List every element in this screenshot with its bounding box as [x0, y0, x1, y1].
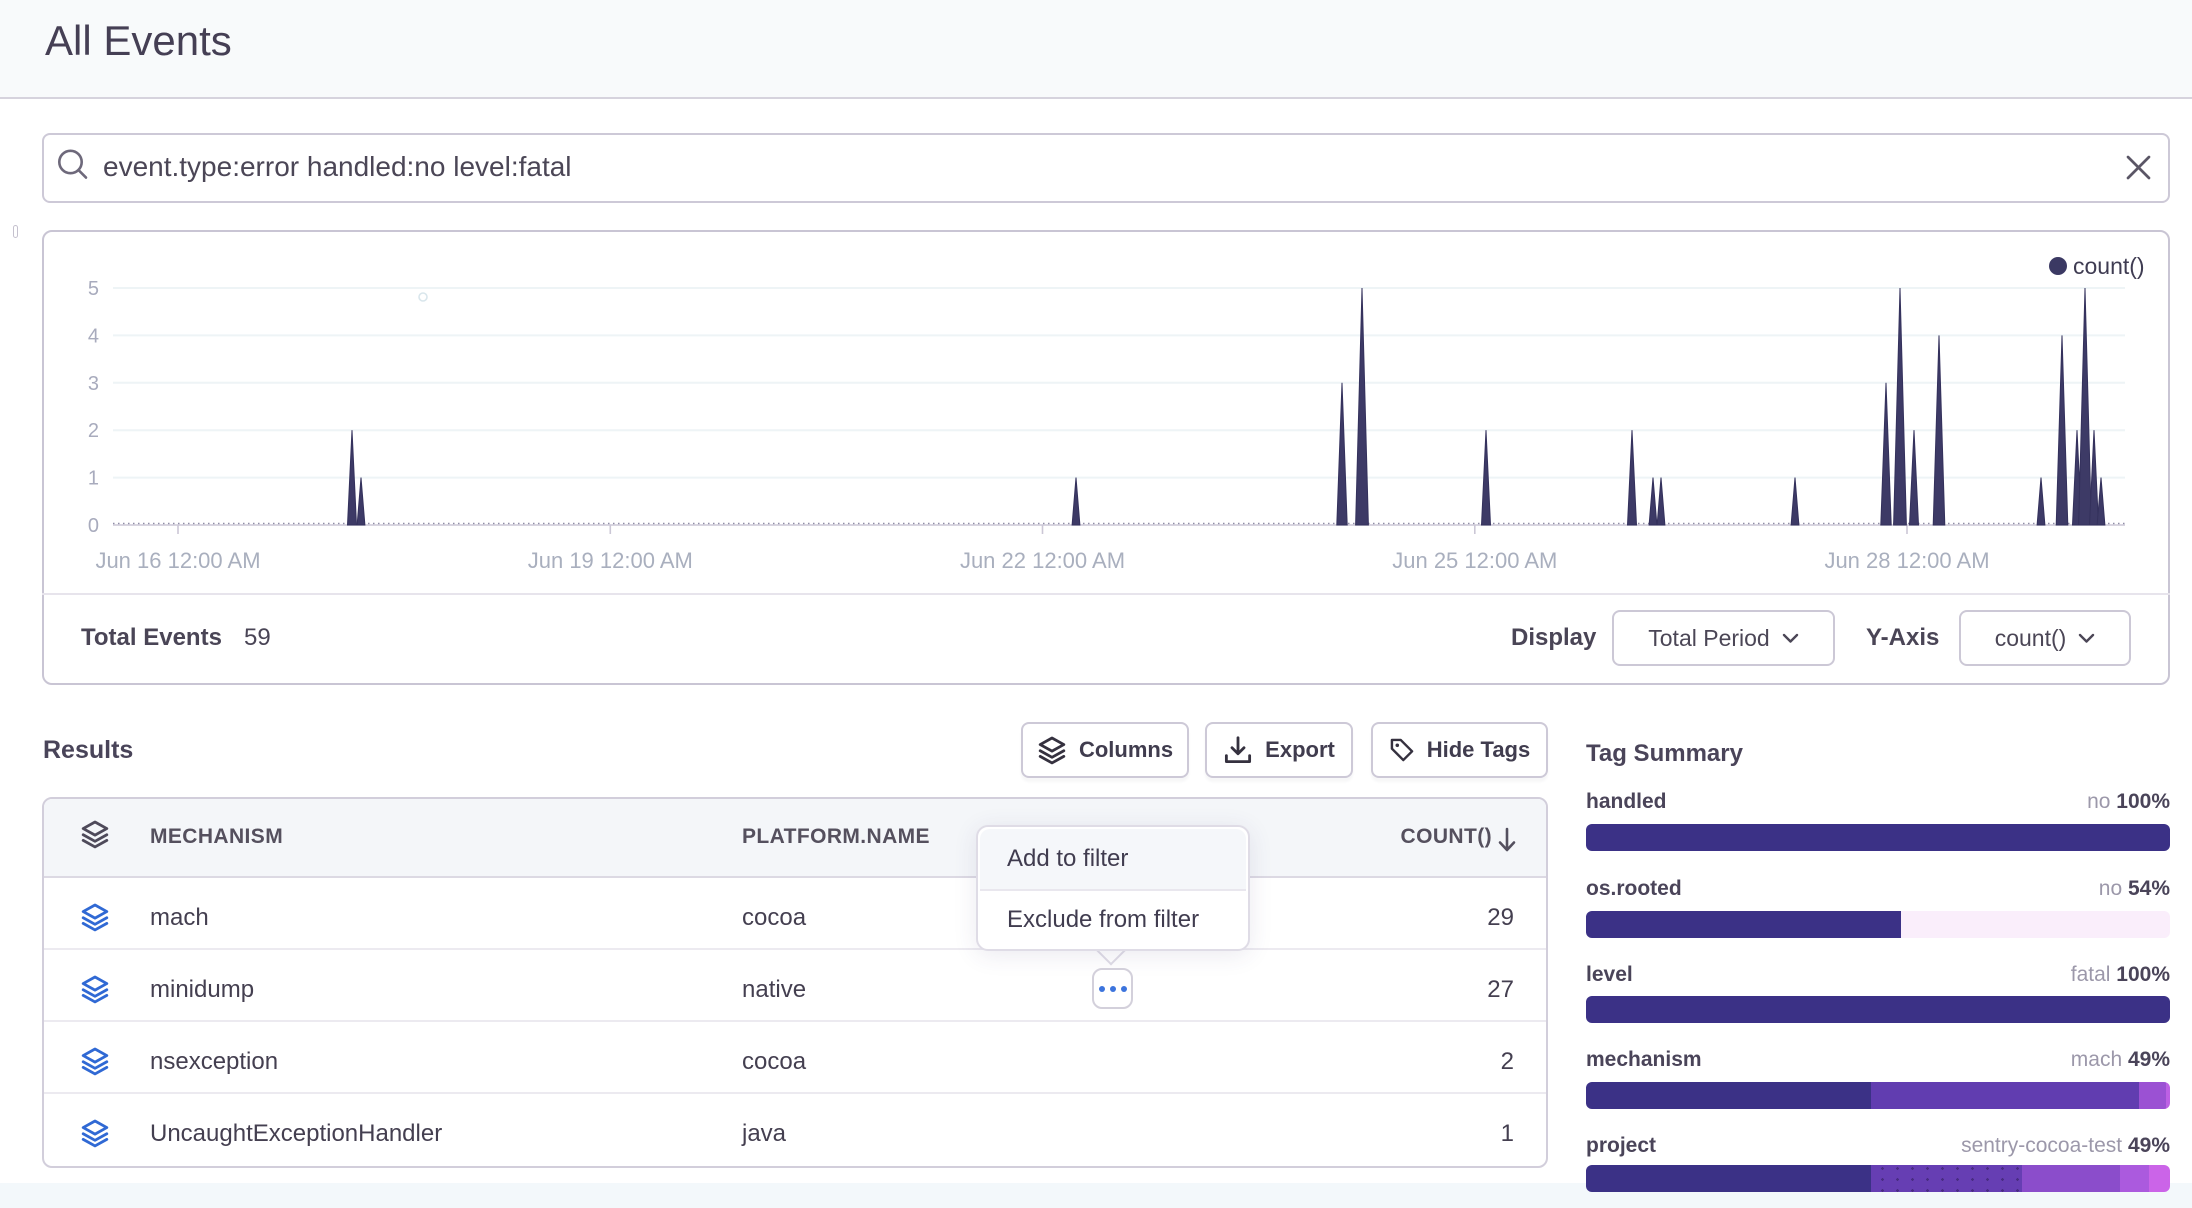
- svg-text:Jun 28 12:00 AM: Jun 28 12:00 AM: [1824, 548, 1989, 573]
- svg-text:4: 4: [88, 325, 99, 347]
- svg-text:1: 1: [88, 468, 99, 490]
- svg-text:Jun 19 12:00 AM: Jun 19 12:00 AM: [528, 548, 693, 573]
- svg-text:5: 5: [88, 278, 99, 300]
- svg-text:Jun 16 12:00 AM: Jun 16 12:00 AM: [95, 548, 260, 573]
- svg-text:2: 2: [88, 420, 99, 442]
- svg-text:3: 3: [88, 373, 99, 395]
- svg-text:0: 0: [88, 515, 99, 537]
- svg-text:Jun 22 12:00 AM: Jun 22 12:00 AM: [960, 548, 1125, 573]
- svg-text:Jun 25 12:00 AM: Jun 25 12:00 AM: [1392, 548, 1557, 573]
